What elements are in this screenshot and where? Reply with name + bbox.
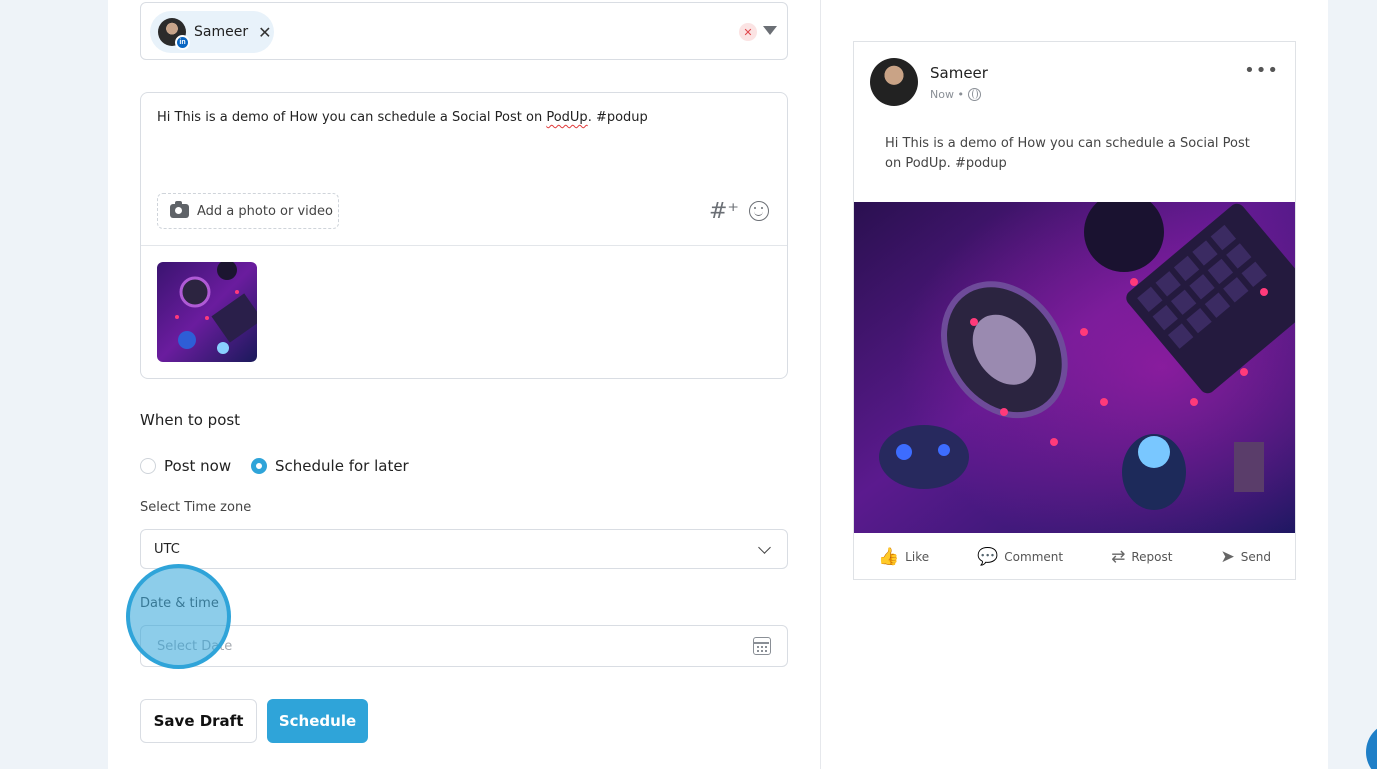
- radio-checked-icon: [251, 458, 267, 474]
- caret-down-icon[interactable]: [763, 26, 777, 35]
- timezone-select[interactable]: UTC: [140, 529, 788, 569]
- save-draft-button[interactable]: Save Draft: [140, 699, 257, 743]
- more-options-icon[interactable]: •••: [1244, 60, 1279, 81]
- camera-icon: [170, 201, 189, 218]
- post-text-input[interactable]: Hi This is a demo of How you can schedul…: [157, 110, 648, 125]
- date-input[interactable]: Select Date: [140, 625, 788, 667]
- send-icon: ➤: [1220, 547, 1235, 567]
- schedule-later-radio[interactable]: Schedule for later: [251, 457, 409, 475]
- remove-account-icon[interactable]: ✕: [258, 23, 271, 42]
- schedule-later-label: Schedule for later: [275, 457, 409, 475]
- preview-actions: 👍 Like 💬 Comment ⇄ Repost ➤ Send: [854, 540, 1295, 574]
- clear-selection-icon[interactable]: ✕: [739, 23, 757, 41]
- post-now-radio[interactable]: Post now: [140, 457, 231, 475]
- avatar: [870, 58, 918, 106]
- preview-meta: Now •: [930, 88, 981, 101]
- timezone-value: UTC: [154, 542, 180, 557]
- post-text-part: . #podup: [587, 110, 648, 125]
- media-thumbnail[interactable]: [157, 262, 257, 362]
- preview-image-art: [854, 202, 1295, 533]
- post-preview-card: Sameer Now • ••• Hi This is a demo of Ho…: [853, 41, 1296, 580]
- emoji-icon[interactable]: [749, 201, 769, 221]
- comment-icon: 💬: [977, 547, 999, 567]
- thumbs-up-icon: 👍: [878, 547, 900, 567]
- post-text-misspelled: PodUp: [546, 110, 588, 125]
- timezone-label: Select Time zone: [140, 500, 252, 515]
- add-media-label: Add a photo or video: [197, 203, 333, 219]
- date-time-label: Date & time: [140, 596, 219, 611]
- repost-icon: ⇄: [1111, 547, 1126, 567]
- add-media-button[interactable]: Add a photo or video: [157, 193, 339, 229]
- hashtag-icon[interactable]: #⁺: [709, 199, 739, 224]
- repost-label: Repost: [1131, 550, 1173, 564]
- send-button[interactable]: ➤ Send: [1220, 547, 1270, 567]
- repost-button[interactable]: ⇄ Repost: [1111, 547, 1172, 567]
- preview-timestamp: Now •: [930, 88, 964, 101]
- schedule-button[interactable]: Schedule: [267, 699, 368, 743]
- preview-image: [854, 202, 1295, 533]
- comment-button[interactable]: 💬 Comment: [977, 547, 1063, 567]
- calendar-icon[interactable]: [753, 637, 771, 655]
- comment-label: Comment: [1004, 550, 1064, 564]
- chevron-down-icon: [758, 541, 771, 554]
- like-button[interactable]: 👍 Like: [878, 547, 929, 567]
- account-chip: in Sameer ✕: [150, 11, 274, 53]
- panel-divider: [820, 0, 821, 769]
- post-now-label: Post now: [164, 457, 232, 475]
- account-selector[interactable]: in Sameer ✕ ✕: [140, 2, 788, 60]
- preview-author-name: Sameer: [930, 64, 988, 82]
- account-chip-name: Sameer: [194, 24, 249, 40]
- avatar: in: [158, 18, 190, 50]
- chat-launcher-button[interactable]: [1366, 722, 1377, 769]
- when-to-post-heading: When to post: [140, 411, 241, 429]
- radio-unchecked-icon: [140, 458, 156, 474]
- globe-icon: [967, 88, 981, 101]
- date-placeholder: Select Date: [157, 639, 233, 654]
- post-text-part: Hi This is a demo of How you can schedul…: [157, 110, 547, 125]
- like-label: Like: [905, 550, 930, 564]
- send-label: Send: [1240, 550, 1271, 564]
- post-composer: Hi This is a demo of How you can schedul…: [140, 92, 788, 379]
- preview-post-text: Hi This is a demo of How you can schedul…: [885, 136, 1250, 171]
- media-thumbnail-image: [157, 262, 257, 362]
- linkedin-icon: in: [175, 35, 190, 50]
- divider: [141, 245, 787, 246]
